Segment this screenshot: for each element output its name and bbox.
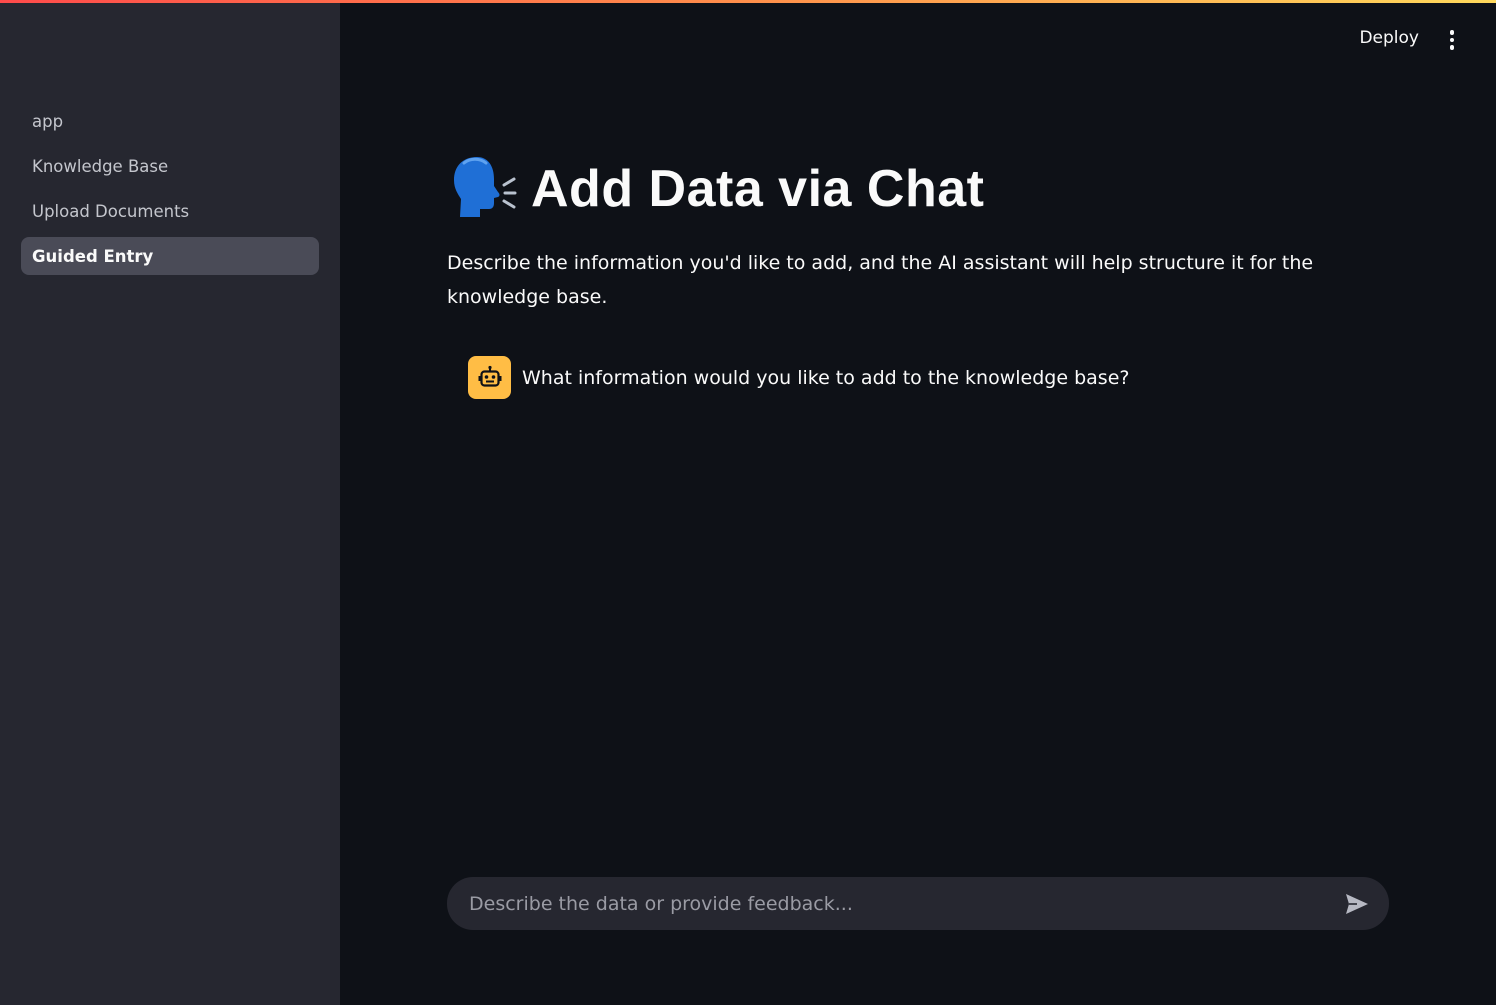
page-title-row: Add Data via Chat	[447, 153, 984, 225]
chat-input[interactable]	[469, 892, 1341, 915]
chat-message-assistant: What information would you like to add t…	[468, 356, 1129, 399]
chat-message-text: What information would you like to add t…	[522, 366, 1130, 389]
sidebar-nav: app Knowledge Base Upload Documents Guid…	[21, 102, 319, 282]
sidebar-item-guided-entry[interactable]: Guided Entry	[21, 237, 319, 275]
sidebar-item-label: Upload Documents	[32, 201, 190, 221]
send-button[interactable]	[1341, 888, 1373, 920]
sidebar-item-label: Knowledge Base	[32, 156, 169, 176]
page-title: Add Data via Chat	[531, 160, 985, 218]
kebab-menu-icon[interactable]	[1440, 28, 1464, 52]
sidebar-item-app[interactable]: app	[21, 102, 319, 140]
sidebar-item-upload-documents[interactable]: Upload Documents	[21, 192, 319, 230]
sidebar-item-label: Guided Entry	[32, 246, 154, 266]
sidebar-item-label: app	[32, 111, 64, 131]
sidebar-item-knowledge-base[interactable]: Knowledge Base	[21, 147, 319, 185]
robot-icon	[478, 365, 501, 387]
top-decoration-bar	[0, 0, 1496, 3]
assistant-avatar	[468, 356, 511, 399]
page-description: Describe the information you'd like to a…	[447, 252, 1314, 308]
chat-input-container	[447, 877, 1389, 930]
speaking-head-icon	[454, 157, 517, 217]
send-icon	[1346, 893, 1368, 914]
deploy-button[interactable]: Deploy	[1359, 28, 1419, 52]
sidebar: app Knowledge Base Upload Documents Guid…	[0, 0, 340, 1005]
main-content: Deploy Add Data via Chat Describe the in…	[340, 0, 1496, 1005]
